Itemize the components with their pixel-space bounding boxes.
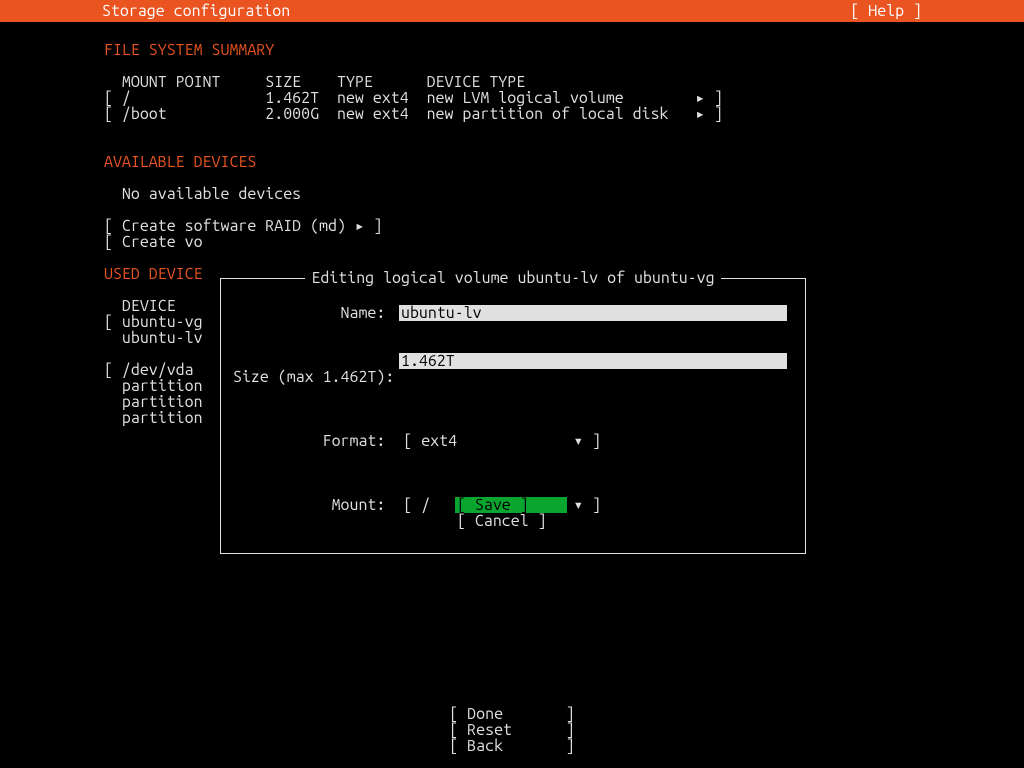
- chevron-down-icon: ▾: [574, 432, 584, 450]
- name-input[interactable]: ubuntu-lv: [399, 305, 787, 321]
- available-heading: AVAILABLE DEVICES: [104, 153, 256, 171]
- used-heading: USED DEVICE: [104, 265, 203, 283]
- main-content: FILE SYSTEM SUMMARY MOUNT POINT SIZE TYP…: [0, 22, 1024, 426]
- fs-row-1[interactable]: [ /boot 2.000G new ext4 new partition of…: [104, 105, 723, 123]
- size-input[interactable]: 1.462T: [399, 353, 787, 369]
- help-button[interactable]: [ Help ]: [850, 3, 922, 19]
- edit-lv-dialog: Editing logical volume ubuntu-lv of ubun…: [220, 278, 806, 554]
- save-button[interactable]: [ Save ]: [455, 497, 567, 513]
- available-none: No available devices: [122, 185, 301, 203]
- format-label: Format:: [323, 432, 386, 450]
- chevron-down-icon: ▾: [574, 496, 584, 514]
- cancel-button[interactable]: [ Cancel ]: [455, 513, 567, 529]
- page-title: Storage configuration: [102, 3, 290, 19]
- footer-buttons: [ Done ] [ Reset ] [ Back ]: [0, 706, 1024, 754]
- used-row-part3[interactable]: partition: [104, 409, 203, 427]
- dialog-title: Editing logical volume ubuntu-lv of ubun…: [305, 269, 720, 287]
- create-vo-button-truncated[interactable]: [ Create vo: [104, 233, 203, 251]
- size-label: Size (max 1.462T):: [233, 368, 394, 386]
- used-row-lv[interactable]: ubuntu-lv: [104, 329, 203, 347]
- mount-label: Mount:: [332, 496, 386, 514]
- fs-summary-heading: FILE SYSTEM SUMMARY: [104, 41, 274, 59]
- header-bar: Storage configuration [ Help ]: [0, 0, 1024, 22]
- format-select[interactable]: [ ext4 ▾ ]: [403, 432, 601, 450]
- name-label: Name:: [341, 304, 386, 322]
- back-button[interactable]: [ Back ]: [449, 737, 574, 755]
- chevron-right-icon: ▸: [695, 105, 705, 123]
